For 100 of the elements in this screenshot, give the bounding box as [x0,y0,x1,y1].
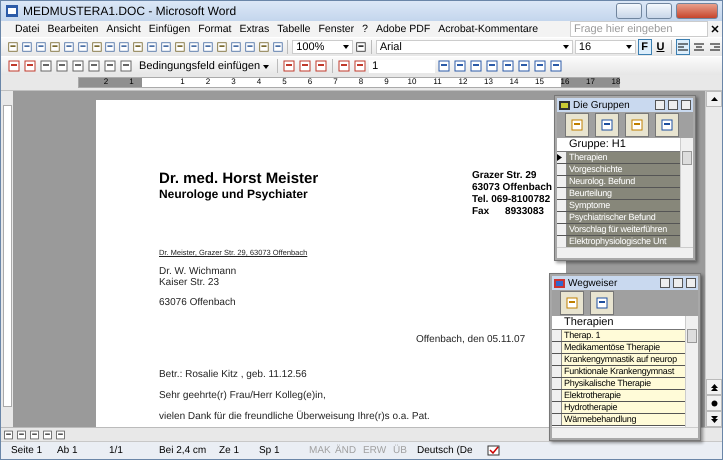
ruler-number: 13 [484,77,493,87]
panel-tool-button[interactable] [595,113,619,137]
recipient-line: Kaiser Str. 23 [159,277,220,288]
recipient-line: Dr. W. Wichmann [159,266,236,277]
letterhead-title: Neurologe und Psychiater [159,187,309,201]
ruler-number: 3 [231,77,236,87]
menu-item[interactable]: Datei [11,23,44,35]
grid-row[interactable]: Psychiatrischer Befund [557,212,680,224]
letterhead-address: 63073 Offenbach [472,182,552,194]
panel-tool-button[interactable] [655,113,679,137]
menu-item[interactable]: Einfügen [144,23,194,35]
panel-title: Wegweiser [568,278,618,288]
letter-paragraph: Sehr geehrte(r) Frau/Herr Kolleg(e)in, [159,390,326,401]
grid-row[interactable]: Therap. 1 [552,330,685,342]
window-title: MEDMUSTERA1.DOC - Microsoft Word [23,4,238,18]
font-size-dropdown[interactable]: 16 [574,40,636,54]
caret-icon [626,45,632,49]
ruler-number: 2 [104,77,108,87]
zoom-dropdown[interactable]: 100% [292,40,354,54]
insert-field-dropdown[interactable]: Bedingungsfeld einfügen [135,58,274,74]
letter-paragraph: vielen Dank für die freundliche Überweisung Ihre(r)s o.a. Pat. [159,411,430,422]
grid-row[interactable]: Physikalische Therapie [552,378,685,390]
grid-row[interactable]: Beurteilung [557,188,680,200]
menu-item[interactable]: Bearbeiten [44,23,102,35]
letter-date: Offenbach, den 05.11.07 [416,334,526,345]
grid-row[interactable]: Neurolog. Befund [557,176,680,188]
menu-item[interactable]: Acrobat-Kommentare [434,23,542,35]
ruler-number: 10 [408,77,416,87]
panel-tool-button[interactable] [590,291,614,315]
scroll-up-icon[interactable] [710,97,718,101]
maximize-button[interactable] [668,100,678,110]
ruler-number: 17 [586,77,595,87]
letterhead-name: Dr. med. Horst Meister [159,170,318,187]
grid-row[interactable]: Wärmebehandlung [552,414,685,426]
status-item: MAK [309,445,332,456]
close-button[interactable] [681,100,691,110]
previous-page-icon[interactable] [710,384,718,390]
menu-item[interactable]: Adobe PDF [372,23,434,35]
ruler-number: 6 [308,77,312,87]
minimize-button[interactable] [655,100,665,110]
grid-row[interactable]: Symptome [557,200,680,212]
status-item: 1/1 [109,445,124,456]
ruler-number: 12 [458,77,468,87]
panel-app-icon [554,278,565,288]
ruler-number: 15 [535,77,544,87]
help-search-field[interactable]: Frage hier eingeben [570,21,708,37]
ruler-number: 18 [612,77,620,87]
grid-row[interactable]: Elektrophysiologische Unt [557,236,680,247]
caret-icon [263,65,270,69]
grid-row[interactable]: Krankengymnastik auf neurop [552,354,685,366]
panel-tool-button[interactable] [560,291,584,315]
menu-item[interactable]: ? [358,23,372,35]
align-right-icon [710,42,720,52]
menu-item[interactable]: Fenster [314,23,358,35]
ruler-number: 4 [256,77,262,87]
align-center-icon [694,42,704,52]
ruler-number: 5 [282,77,287,87]
minimize-button[interactable] [660,278,670,288]
next-page-icon[interactable] [710,416,718,422]
menu-item[interactable]: Ansicht [102,23,145,35]
grid-row[interactable]: Funktionale Krankengymnast [552,366,685,378]
status-item: Sp 1 [259,445,281,456]
browse-object-icon[interactable] [710,400,718,406]
panel-tool-button[interactable] [625,113,649,137]
word-document-icon [5,4,19,18]
panel-tool-button[interactable] [565,113,589,137]
ruler-number: 14 [510,77,518,87]
bold-button[interactable]: F [638,39,652,55]
maximize-button[interactable] [646,3,672,19]
maximize-button[interactable] [673,278,683,288]
close-button[interactable] [686,278,696,288]
status-item: Ab 1 [57,445,79,456]
grid-scrollbar[interactable] [685,316,698,427]
grid-row[interactable]: Medikamentöse Therapie [552,342,685,354]
minimize-button[interactable] [616,3,642,19]
grid-row[interactable]: Vorschlag für weiterführen [557,224,680,236]
menu-item[interactable]: Extras [235,23,274,35]
underline-button[interactable]: U [654,39,668,55]
horizontal-scrollbar[interactable] [552,427,698,438]
horizontal-scrollbar[interactable] [557,247,693,258]
menu-item[interactable]: Format [194,23,236,35]
grid-scrollbar[interactable] [680,138,693,247]
record-number-field[interactable]: 1 [369,60,436,72]
align-left-button[interactable] [676,39,690,55]
ruler-number: 1 [180,77,185,87]
status-item: Bei 2,4 cm [159,445,208,456]
font-dropdown[interactable]: Arial [376,40,573,54]
grid-row[interactable]: Vorgeschichte [557,164,680,176]
grid-row[interactable]: Therapien [557,152,680,164]
grid-row[interactable]: Elektrotherapie [552,390,685,402]
panel-app-icon [559,100,570,110]
letterhead-address: Tel. 069-8100782 [472,194,552,206]
menu-item[interactable]: Tabelle [273,23,315,35]
spelling-status-icon [487,444,501,456]
ruler-number: 16 [560,77,570,87]
vertical-scrollbar[interactable] [705,91,722,427]
grid-row[interactable]: Hydrotherapie [552,402,685,414]
status-item: ERW [363,445,388,456]
ruler-number: 1 [129,77,134,87]
ruler-number: 9 [384,77,389,87]
